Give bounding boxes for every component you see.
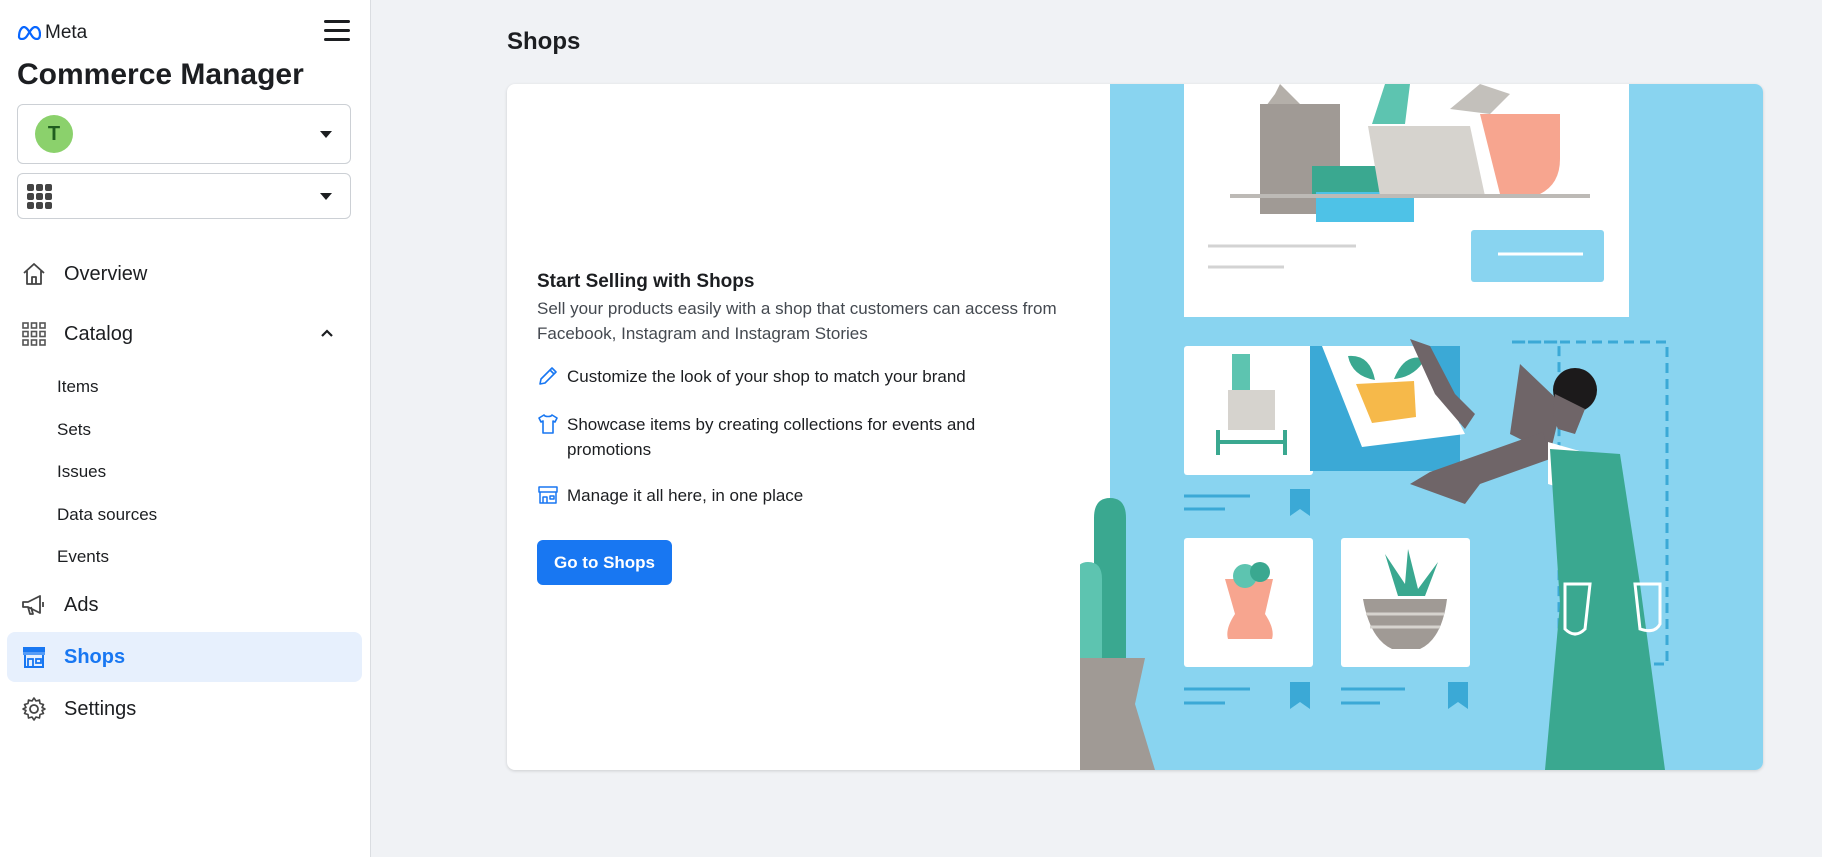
pencil-icon	[539, 367, 557, 385]
megaphone-icon	[19, 590, 49, 620]
feature-text: Manage it all here, in one place	[567, 486, 804, 505]
apps-grid-icon	[27, 183, 52, 209]
meta-logo[interactable]: Meta	[17, 22, 87, 44]
card-heading: Start Selling with Shops	[537, 271, 755, 292]
sidebar-subitem-data-sources[interactable]: Data sources	[57, 505, 157, 525]
sidebar-item-settings[interactable]: Settings	[7, 684, 362, 734]
catalog-grid-icon	[19, 319, 49, 349]
sidebar-item-label: Catalog	[64, 322, 133, 345]
sidebar-subitem-events[interactable]: Events	[57, 547, 109, 567]
feature-text: Showcase items by creating collections f…	[567, 415, 976, 459]
sidebar-subitem-items[interactable]: Items	[57, 377, 99, 397]
hamburger-icon[interactable]	[324, 20, 350, 44]
sidebar-item-label: Settings	[64, 697, 137, 720]
shops-intro-card: Start Selling with Shops Sell your produ…	[507, 84, 1763, 770]
sidebar: Meta Commerce Manager T Overview Catalog…	[0, 0, 371, 857]
go-to-shops-button[interactable]: Go to Shops	[537, 540, 672, 585]
sidebar-item-shops[interactable]: Shops	[7, 632, 362, 682]
meta-logo-text: Meta	[45, 22, 88, 43]
card-description: Sell your products easily with a shop th…	[537, 299, 1057, 343]
storefront-icon	[538, 486, 558, 504]
page-title: Shops	[507, 28, 581, 55]
chevron-down-icon	[320, 193, 332, 200]
app-title: Commerce Manager	[17, 58, 304, 91]
avatar: T	[35, 115, 73, 153]
sidebar-subitem-sets[interactable]: Sets	[57, 420, 91, 440]
shop-illustration	[1080, 84, 1763, 770]
chevron-down-icon	[320, 131, 332, 138]
sidebar-item-overview[interactable]: Overview	[7, 249, 362, 299]
shop-icon	[19, 642, 49, 672]
chevron-up-icon[interactable]	[320, 328, 334, 338]
feature-item: Customize the look of your shop to match…	[537, 364, 1027, 389]
business-selector[interactable]	[17, 173, 351, 219]
sidebar-item-ads[interactable]: Ads	[7, 580, 362, 630]
sidebar-item-catalog[interactable]: Catalog	[7, 309, 362, 359]
feature-text: Customize the look of your shop to match…	[567, 367, 966, 386]
meta-logo-icon	[17, 26, 41, 40]
home-icon	[19, 259, 49, 289]
sidebar-item-label: Ads	[64, 593, 99, 616]
gear-icon	[19, 694, 49, 724]
feature-item: Showcase items by creating collections f…	[537, 412, 1027, 462]
feature-item: Manage it all here, in one place	[537, 483, 1027, 508]
sidebar-item-label: Shops	[64, 645, 126, 668]
sidebar-subitem-issues[interactable]: Issues	[57, 462, 106, 482]
account-selector[interactable]: T	[17, 104, 351, 164]
shirt-icon	[538, 414, 558, 434]
sidebar-item-label: Overview	[64, 262, 148, 285]
